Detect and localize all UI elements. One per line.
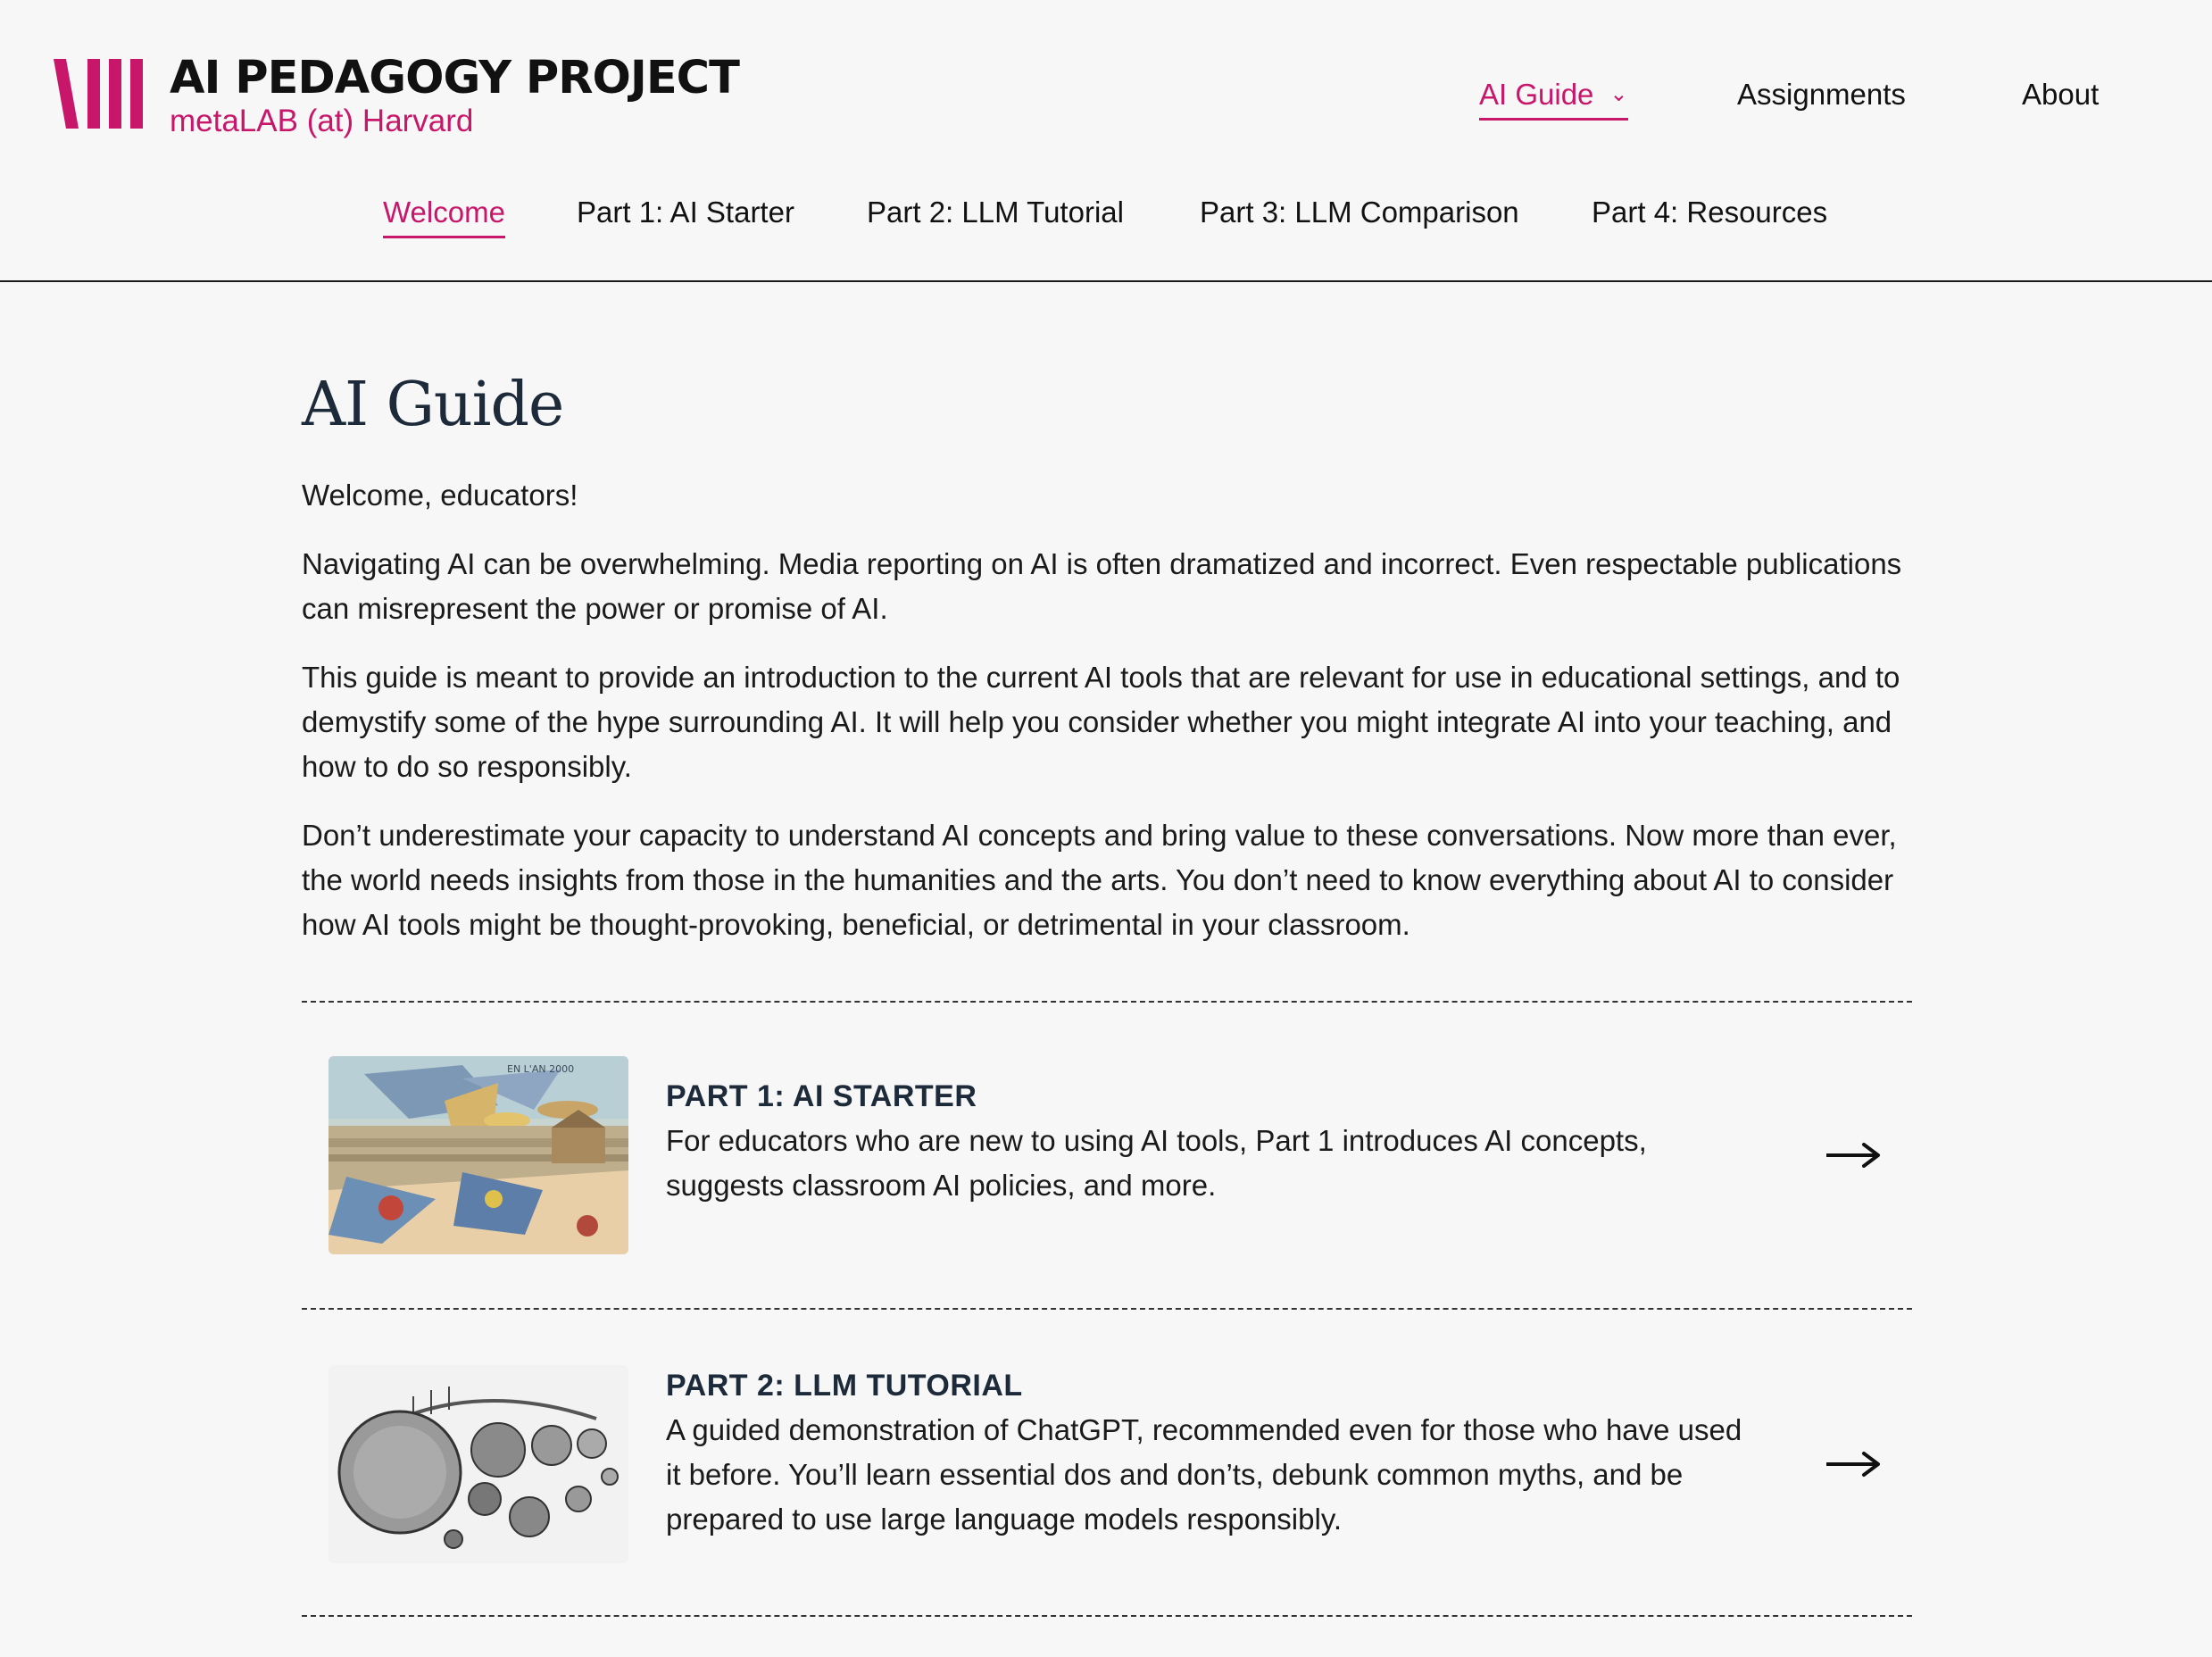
intro-paragraph: Welcome, educators! — [302, 479, 578, 512]
arrow-right-icon[interactable] — [1825, 1142, 1882, 1169]
part-1-text: PART 1: AI STARTER For educators who are… — [666, 1074, 1755, 1208]
sub-nav-welcome[interactable]: Welcome — [383, 193, 505, 238]
intro-paragraph: This guide is meant to provide an introd… — [302, 661, 1900, 783]
sub-nav: Welcome Part 1: AI Starter Part 2: LLM T… — [0, 193, 2212, 246]
card-title: PART 1: AI STARTER — [666, 1079, 977, 1113]
card-title: PART 2: LLM TUTORIAL — [666, 1369, 1023, 1403]
top-nav-assignments[interactable]: Assignments — [1737, 75, 1906, 114]
sub-nav-part-2[interactable]: Part 2: LLM Tutorial — [867, 193, 1124, 232]
top-nav-ai-guide[interactable]: AI Guide ⌄ — [1479, 75, 1628, 121]
site-header: AI PEDAGOGY PROJECT metaLAB (at) Harvard… — [0, 0, 2212, 282]
part-2-text: PART 2: LLM TUTORIAL A guided demonstrat… — [666, 1363, 1755, 1542]
top-nav-ai-guide-label: AI Guide — [1479, 78, 1594, 111]
vintage-flying-machines-illustration-icon: EN L'AN 2000 — [328, 1056, 628, 1254]
part-2-image — [328, 1365, 628, 1563]
intro-text: Welcome, educators! Navigating AI can be… — [302, 473, 1912, 947]
card-description: For educators who are new to using AI to… — [666, 1124, 1647, 1202]
card-description: A guided demonstration of ChatGPT, recom… — [666, 1413, 1742, 1536]
part-2-card[interactable]: PART 2: LLM TUTORIAL A guided demonstrat… — [302, 1310, 1912, 1615]
sub-nav-part-3[interactable]: Part 3: LLM Comparison — [1200, 193, 1519, 232]
page-title: AI Guide — [302, 370, 564, 440]
arrow-right-icon[interactable] — [1825, 1451, 1882, 1478]
main-content: AI Guide Welcome, educators! Navigating … — [302, 366, 1912, 1617]
intro-paragraph: Navigating AI can be overwhelming. Media… — [302, 547, 1902, 625]
top-nav: AI Guide ⌄ Assignments About — [0, 75, 2212, 129]
dashed-divider — [302, 1615, 1912, 1617]
sub-nav-part-1[interactable]: Part 1: AI Starter — [577, 193, 794, 232]
part-1-image-caption: EN L'AN 2000 — [507, 1063, 574, 1075]
part-1-image: EN L'AN 2000 — [328, 1056, 628, 1254]
intro-paragraph: Don’t underestimate your capacity to und… — [302, 819, 1897, 941]
top-nav-about[interactable]: About — [2022, 75, 2099, 114]
part-1-card[interactable]: EN L'AN 2000 PART 1: AI STARTER For educ… — [302, 1003, 1912, 1308]
chevron-down-icon: ⌄ — [1609, 82, 1628, 106]
engraving-planets-orrery-illustration-icon — [328, 1365, 628, 1563]
sub-nav-part-4[interactable]: Part 4: Resources — [1592, 193, 1827, 232]
